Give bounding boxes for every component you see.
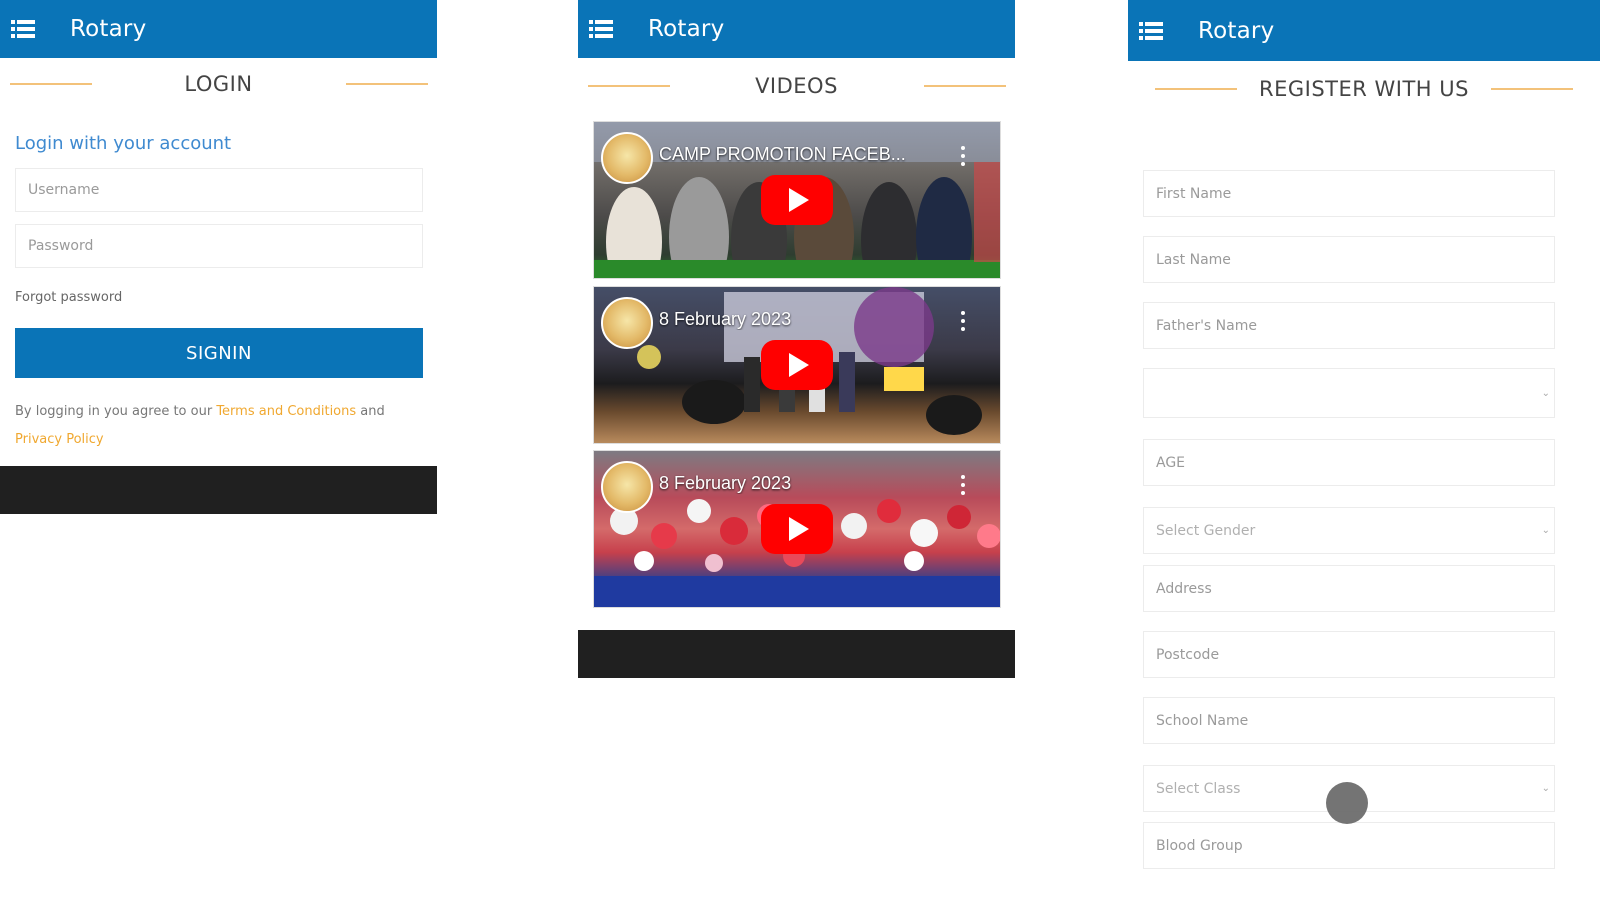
menu-list-icon[interactable]: [0, 0, 46, 58]
divider-line: [9, 83, 92, 85]
last-name-input[interactable]: [1156, 251, 1554, 268]
more-options-icon[interactable]: [960, 311, 966, 331]
address-field[interactable]: [1143, 565, 1555, 612]
videos-screen: Rotary VIDEOS CAMP PROMOTION FACEB... 8 …: [578, 0, 1015, 678]
address-input[interactable]: [1156, 580, 1554, 597]
menu-list-icon[interactable]: [1128, 0, 1174, 61]
chevron-down-icon: ⌄: [1541, 387, 1550, 399]
app-bar: Rotary: [578, 0, 1015, 58]
channel-avatar: [601, 132, 653, 184]
channel-avatar: [601, 297, 653, 349]
app-title: Rotary: [70, 16, 147, 42]
gender-select[interactable]: Select Gender ⌄: [1143, 507, 1555, 554]
terms-notice: By logging in you agree to our Terms and…: [15, 398, 425, 454]
privacy-policy-link[interactable]: Privacy Policy: [15, 432, 104, 447]
chevron-down-icon: ⌄: [1541, 525, 1550, 536]
app-title: Rotary: [1198, 17, 1275, 44]
login-subheading: Login with your account: [15, 133, 232, 154]
divider-line: [1491, 88, 1573, 90]
page-title: VIDEOS: [578, 74, 1015, 98]
age-field[interactable]: [1143, 439, 1555, 486]
password-input[interactable]: [28, 238, 422, 254]
divider-line: [345, 83, 428, 85]
bottom-bar: [0, 466, 437, 514]
channel-avatar: [601, 461, 653, 513]
video-title: CAMP PROMOTION FACEB...: [659, 144, 906, 164]
postcode-field[interactable]: [1143, 631, 1555, 678]
username-input[interactable]: [28, 182, 422, 198]
school-name-input[interactable]: [1156, 712, 1554, 729]
login-screen: Rotary LOGIN Login with your account For…: [0, 0, 437, 515]
app-bar: Rotary: [0, 0, 437, 58]
video-thumbnail[interactable]: 8 February 2023: [593, 450, 1001, 608]
youtube-play-icon[interactable]: [761, 504, 833, 554]
menu-list-icon[interactable]: [578, 0, 624, 58]
video-title: 8 February 2023: [659, 473, 792, 493]
youtube-play-icon[interactable]: [761, 175, 833, 225]
app-bar: Rotary: [1128, 0, 1600, 61]
terms-and: and: [360, 404, 385, 419]
terms-link[interactable]: Terms and Conditions: [216, 404, 356, 419]
video-thumbnail[interactable]: 8 February 2023: [593, 286, 1001, 444]
first-name-field[interactable]: [1143, 170, 1555, 217]
divider-line: [923, 85, 1006, 87]
signin-button[interactable]: SIGNIN: [15, 328, 423, 378]
video-title: 8 February 2023: [659, 309, 792, 329]
last-name-field[interactable]: [1143, 236, 1555, 283]
youtube-play-icon[interactable]: [761, 340, 833, 390]
page-title-text: VIDEOS: [755, 74, 838, 98]
terms-prefix: By logging in you agree to our: [15, 404, 213, 419]
class-select-value: Select Class: [1156, 780, 1241, 797]
postcode-input[interactable]: [1156, 646, 1554, 663]
video-thumbnail[interactable]: CAMP PROMOTION FACEB...: [593, 121, 1001, 279]
fathers-name-input[interactable]: [1156, 317, 1554, 334]
first-name-input[interactable]: [1156, 185, 1554, 202]
blood-group-field[interactable]: [1143, 822, 1555, 869]
age-input[interactable]: [1156, 454, 1554, 471]
blank-select[interactable]: ⌄: [1143, 368, 1555, 418]
more-options-icon[interactable]: [960, 475, 966, 495]
blood-group-input[interactable]: [1156, 837, 1554, 854]
forgot-password-link[interactable]: Forgot password: [15, 290, 122, 305]
password-field[interactable]: [15, 224, 423, 268]
bottom-bar: [578, 630, 1015, 678]
gender-select-value: Select Gender: [1156, 522, 1256, 539]
app-title: Rotary: [648, 16, 725, 42]
touch-indicator: [1326, 782, 1368, 824]
page-title-text: LOGIN: [184, 72, 253, 96]
page-title-text: REGISTER WITH US: [1259, 77, 1469, 101]
page-title: REGISTER WITH US: [1128, 77, 1600, 101]
chevron-down-icon: ⌄: [1541, 783, 1550, 794]
divider-line: [587, 85, 670, 87]
page-title: LOGIN: [0, 72, 437, 96]
register-screen: Rotary REGISTER WITH US ⌄ Select Gender …: [1128, 0, 1600, 900]
username-field[interactable]: [15, 168, 423, 212]
divider-line: [1155, 88, 1237, 90]
school-name-field[interactable]: [1143, 697, 1555, 744]
more-options-icon[interactable]: [960, 146, 966, 166]
fathers-name-field[interactable]: [1143, 302, 1555, 349]
